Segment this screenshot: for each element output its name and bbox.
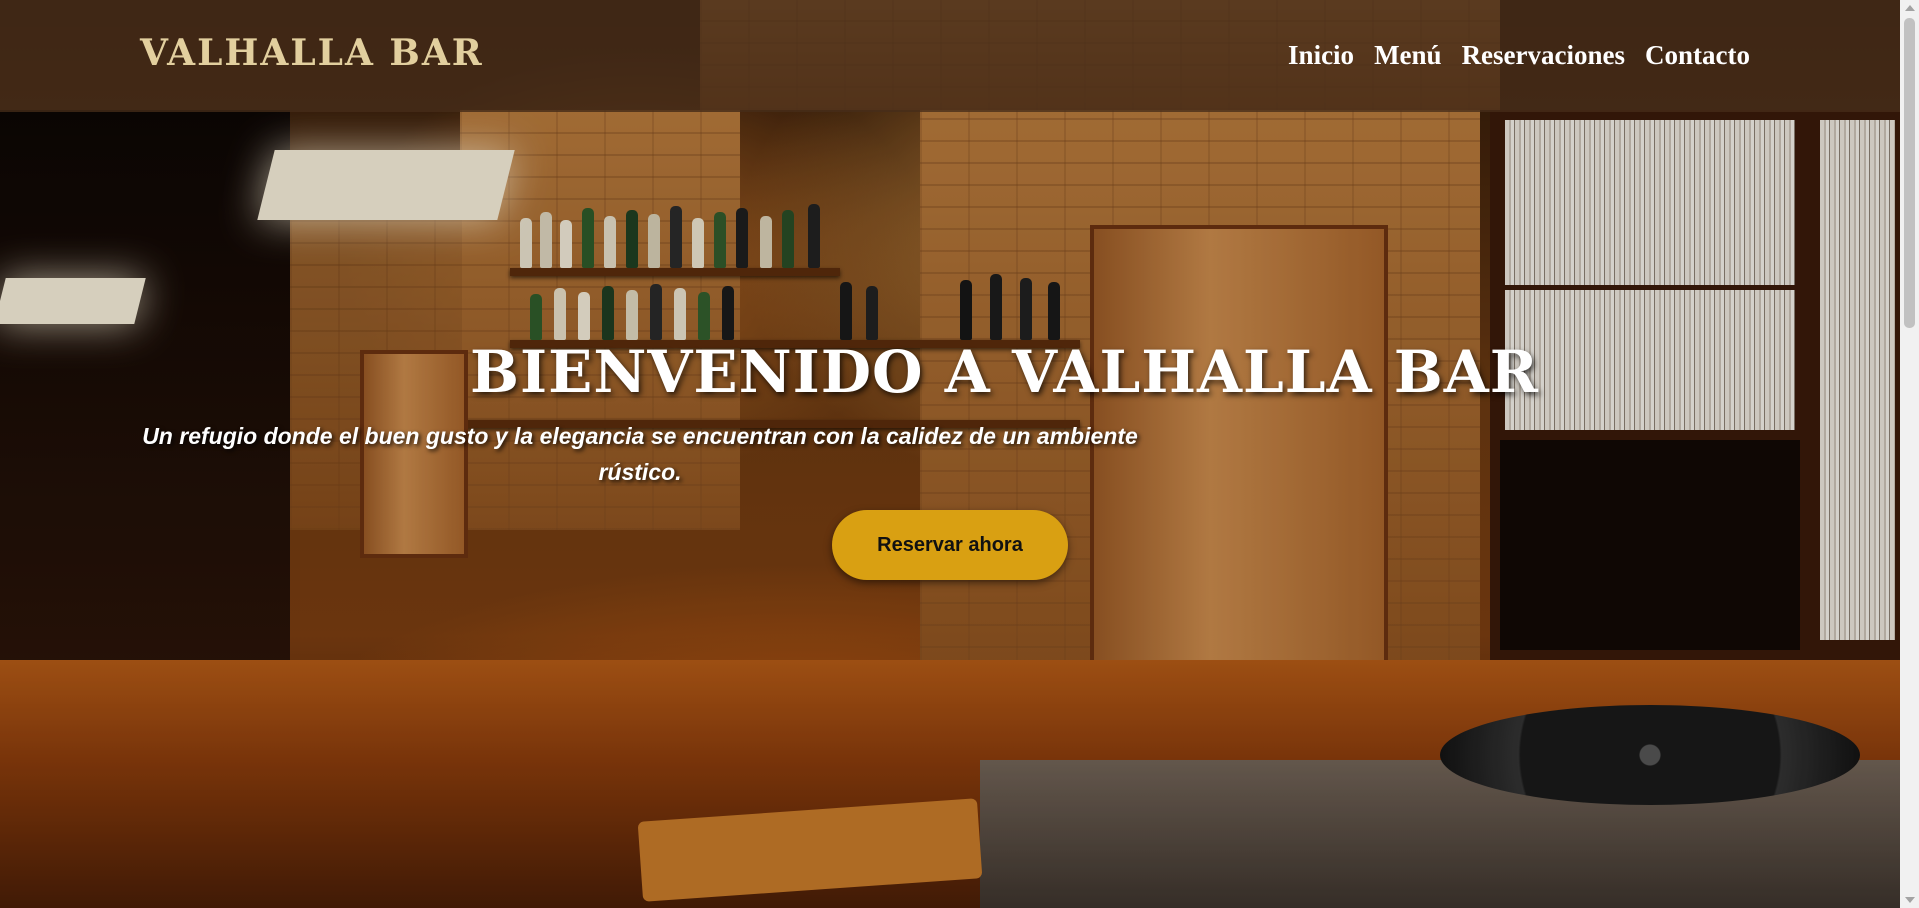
brand-logo[interactable]: VALHALLA BAR — [140, 32, 484, 74]
nav-link-contacto[interactable]: Contacto — [1645, 40, 1750, 71]
scroll-down-icon[interactable] — [1905, 897, 1915, 903]
reserve-now-button[interactable]: Reservar ahora — [832, 510, 1068, 580]
scroll-up-icon[interactable] — [1905, 5, 1915, 11]
nav-link-reservaciones[interactable]: Reservaciones — [1462, 40, 1625, 71]
hero-subtitle: Un refugio donde el buen gusto y la eleg… — [142, 423, 1138, 485]
main-nav: Inicio Menú Reservaciones Contacto — [1288, 40, 1750, 71]
nav-link-inicio[interactable]: Inicio — [1288, 40, 1354, 71]
vertical-scrollbar[interactable] — [1900, 0, 1919, 908]
scroll-thumb[interactable] — [1904, 18, 1915, 328]
nav-link-menu[interactable]: Menú — [1374, 40, 1442, 71]
hero-title: BIENVENIDO A VALHALLA BAR — [470, 338, 1539, 406]
navbar: VALHALLA BAR Inicio Menú Reservaciones C… — [0, 0, 1900, 112]
